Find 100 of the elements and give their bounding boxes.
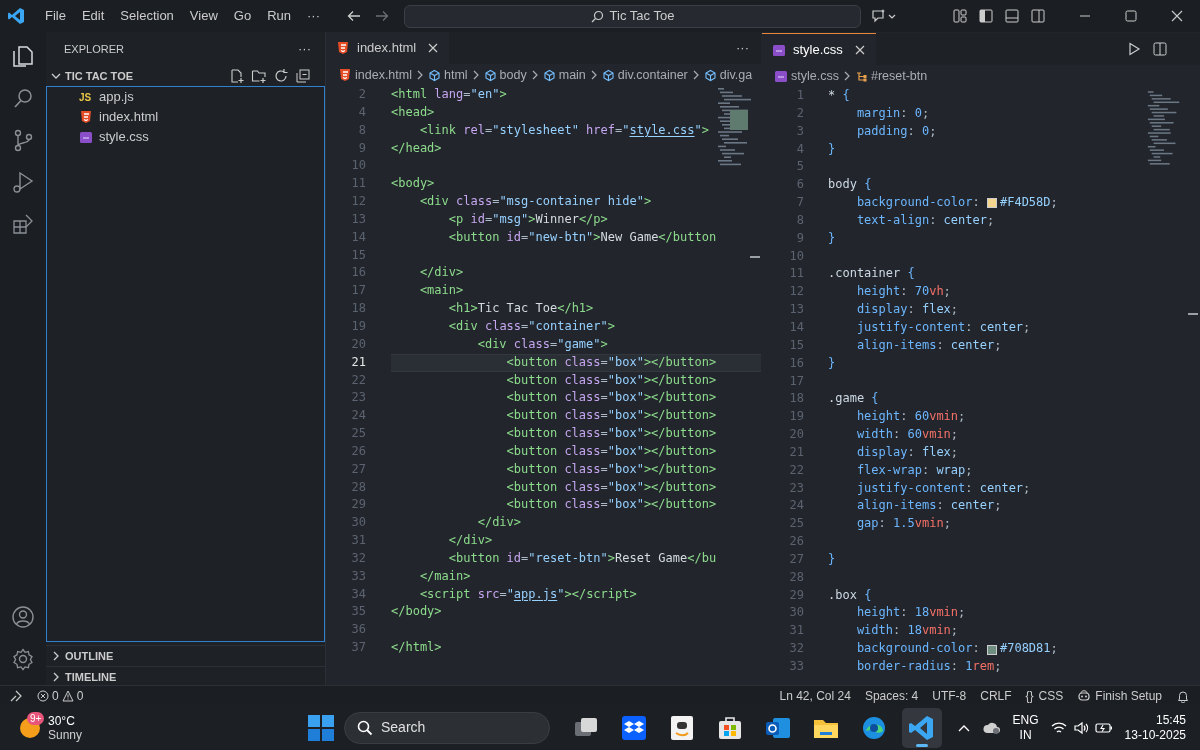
toggle-sidebar-icon[interactable] — [978, 8, 994, 24]
status-item[interactable]: CRLF — [980, 686, 1012, 705]
collapse-all-icon[interactable] — [295, 68, 311, 84]
color-swatch[interactable] — [986, 644, 997, 655]
menu-item[interactable]: Edit — [73, 3, 113, 29]
run-icon[interactable] — [1126, 41, 1142, 57]
scrollbar-thumb[interactable] — [750, 256, 760, 258]
code-line: background-color: #F4D58D; — [855, 194, 1058, 212]
bell-icon[interactable] — [1176, 688, 1190, 703]
breadcrumb-item[interactable]: main — [558, 65, 586, 85]
status-item[interactable]: Spaces: 4 — [864, 686, 919, 705]
line-number: 21 — [789, 443, 804, 461]
warning-icon — [61, 689, 74, 702]
line-number: 36 — [351, 621, 366, 639]
menu-item[interactable]: Selection — [112, 3, 182, 29]
breadcrumb-item[interactable]: body — [499, 65, 527, 85]
close-icon[interactable] — [853, 43, 866, 56]
folder-name[interactable]: TIC TAC TOE — [65, 67, 134, 85]
menu-item[interactable]: File — [37, 3, 74, 29]
line-number: 2 — [358, 86, 366, 103]
line-number: 9 — [796, 229, 804, 247]
code-line: </div> — [476, 514, 522, 532]
line-number: 12 — [351, 193, 366, 211]
file-name[interactable]: style.css — [99, 127, 149, 147]
new-folder-icon[interactable] — [251, 68, 267, 84]
more-actions-button[interactable]: ··· — [736, 38, 749, 58]
forward-arrow-icon[interactable] — [374, 8, 390, 24]
code-line: margin: 0; — [855, 104, 930, 122]
start-icon[interactable] — [306, 712, 336, 743]
weather-widget[interactable]: 9+ 30°C Sunny — [0, 713, 300, 742]
chat-sparkle-icon[interactable] — [871, 8, 897, 24]
close-icon[interactable] — [427, 42, 440, 54]
code-line: flex-wrap: wrap; — [855, 461, 973, 479]
line-number: 14 — [351, 228, 366, 246]
file-name[interactable]: app.js — [99, 87, 134, 107]
remote-icon[interactable] — [9, 688, 23, 703]
section-header[interactable]: OUTLINE — [65, 647, 114, 665]
finish-setup-button[interactable]: Finish Setup — [1077, 686, 1162, 705]
scrollbar-thumb[interactable] — [1188, 313, 1198, 315]
breadcrumb-item[interactable]: index.html — [355, 65, 412, 85]
settings-icon[interactable] — [11, 647, 35, 671]
language-mode[interactable]: {} CSS — [1025, 686, 1064, 705]
css-file-icon — [79, 130, 93, 144]
command-center[interactable]: Tic Tac Toe — [404, 4, 861, 28]
wifi-icon[interactable] — [1050, 720, 1067, 735]
language-indicator[interactable]: ENG IN — [1012, 712, 1039, 743]
extensions-icon[interactable] — [11, 212, 35, 236]
copilot-icon — [1077, 689, 1092, 702]
cube-icon — [601, 68, 615, 82]
line-number: 27 — [789, 550, 804, 568]
temperature: 30°C — [48, 713, 76, 728]
code-line: body { — [828, 176, 872, 194]
code-line: <button class="box"></button> — [505, 460, 717, 478]
breadcrumb-item[interactable]: html — [444, 65, 468, 85]
search-icon[interactable] — [11, 86, 35, 110]
new-file-icon[interactable] — [229, 68, 245, 84]
code-line: <button class="box"></button> — [505, 425, 717, 443]
volume-icon[interactable] — [1072, 720, 1089, 735]
menu-item[interactable]: Go — [225, 3, 260, 29]
files-icon[interactable] — [11, 44, 35, 68]
line-number: 21 — [351, 353, 366, 371]
file-name[interactable]: index.html — [99, 107, 159, 127]
editor-tab[interactable]: style.css — [762, 33, 876, 65]
clock[interactable]: 15:45 13-10-2025 — [1124, 712, 1186, 743]
problems-button[interactable]: 0 0 — [37, 686, 84, 705]
battery-icon[interactable] — [1094, 720, 1113, 735]
status-item[interactable]: Ln 42, Col 24 — [779, 686, 851, 705]
toggle-panel-icon[interactable] — [1004, 8, 1020, 24]
accounts-icon[interactable] — [11, 605, 35, 629]
line-number: 23 — [789, 479, 804, 497]
breadcrumb-item[interactable]: div.container — [617, 65, 688, 85]
cube-icon — [483, 68, 497, 82]
breadcrumb-item[interactable]: style.css — [791, 66, 839, 86]
taskbar-app[interactable] — [902, 707, 942, 748]
line-number: 30 — [789, 604, 804, 622]
line-number: 12 — [789, 283, 804, 301]
section-header[interactable]: TIMELINE — [65, 668, 117, 686]
editor-tab[interactable]: index.html — [326, 32, 450, 64]
search-field[interactable]: Search — [344, 711, 550, 744]
line-number: 30 — [351, 514, 366, 532]
menu-item[interactable]: Run — [259, 3, 299, 29]
code-line: * { — [828, 87, 850, 104]
toggle-secondary-sidebar-icon[interactable] — [1030, 8, 1046, 24]
back-arrow-icon[interactable] — [346, 8, 362, 24]
menu-item[interactable]: View — [181, 3, 226, 29]
sidebar-title: EXPLORER — [64, 41, 124, 57]
refresh-icon[interactable] — [273, 68, 289, 84]
more-actions-button[interactable]: ··· — [298, 39, 311, 59]
code-line: .container { — [828, 265, 915, 283]
code-line: align-items: center; — [855, 336, 1002, 354]
breadcrumb-item[interactable]: div.ga — [719, 65, 753, 85]
split-editor-icon[interactable] — [1152, 41, 1168, 57]
code-line: } — [828, 550, 836, 568]
status-item[interactable]: UTF-8 — [932, 686, 967, 705]
breadcrumb-item[interactable]: #reset-btn — [870, 66, 928, 86]
menu-item[interactable]: ··· — [299, 3, 328, 29]
color-swatch[interactable] — [986, 198, 997, 209]
html-file-icon — [336, 41, 350, 55]
run-debug-icon[interactable] — [11, 170, 35, 194]
layout-icon[interactable] — [952, 8, 968, 24]
